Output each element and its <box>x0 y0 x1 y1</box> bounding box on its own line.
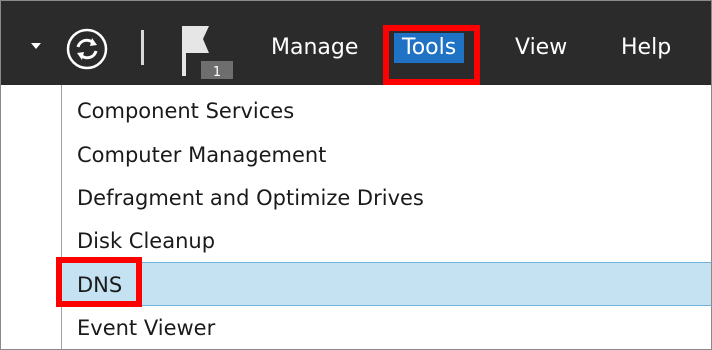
menu-tools[interactable]: Tools <box>394 33 465 63</box>
notification-count: 1 <box>213 65 221 80</box>
screenshot-frame: 1 Manage Tools View Help Component Servi… <box>0 0 712 350</box>
dropdown-arrow-icon[interactable] <box>31 43 41 49</box>
menu-help[interactable]: Help <box>613 33 679 63</box>
menu-manage[interactable]: Manage <box>263 33 366 63</box>
menu-item-dns[interactable]: DNS <box>62 262 711 306</box>
menu-item-component-services[interactable]: Component Services <box>62 89 711 133</box>
notification-flag-icon[interactable]: 1 <box>179 23 235 81</box>
menu-item-computer-management[interactable]: Computer Management <box>62 133 711 177</box>
menu-item-defragment-drives[interactable]: Defragment and Optimize Drives <box>62 176 711 220</box>
menu-view[interactable]: View <box>507 33 575 63</box>
menu-item-event-viewer[interactable]: Event Viewer <box>62 306 711 349</box>
tools-dropdown-menu: Component Services Computer Management D… <box>61 85 711 349</box>
menu-item-disk-cleanup[interactable]: Disk Cleanup <box>62 219 711 263</box>
menu-bar: 1 Manage Tools View Help <box>1 1 711 85</box>
toolbar-separator <box>141 30 144 65</box>
refresh-icon[interactable] <box>65 27 109 71</box>
